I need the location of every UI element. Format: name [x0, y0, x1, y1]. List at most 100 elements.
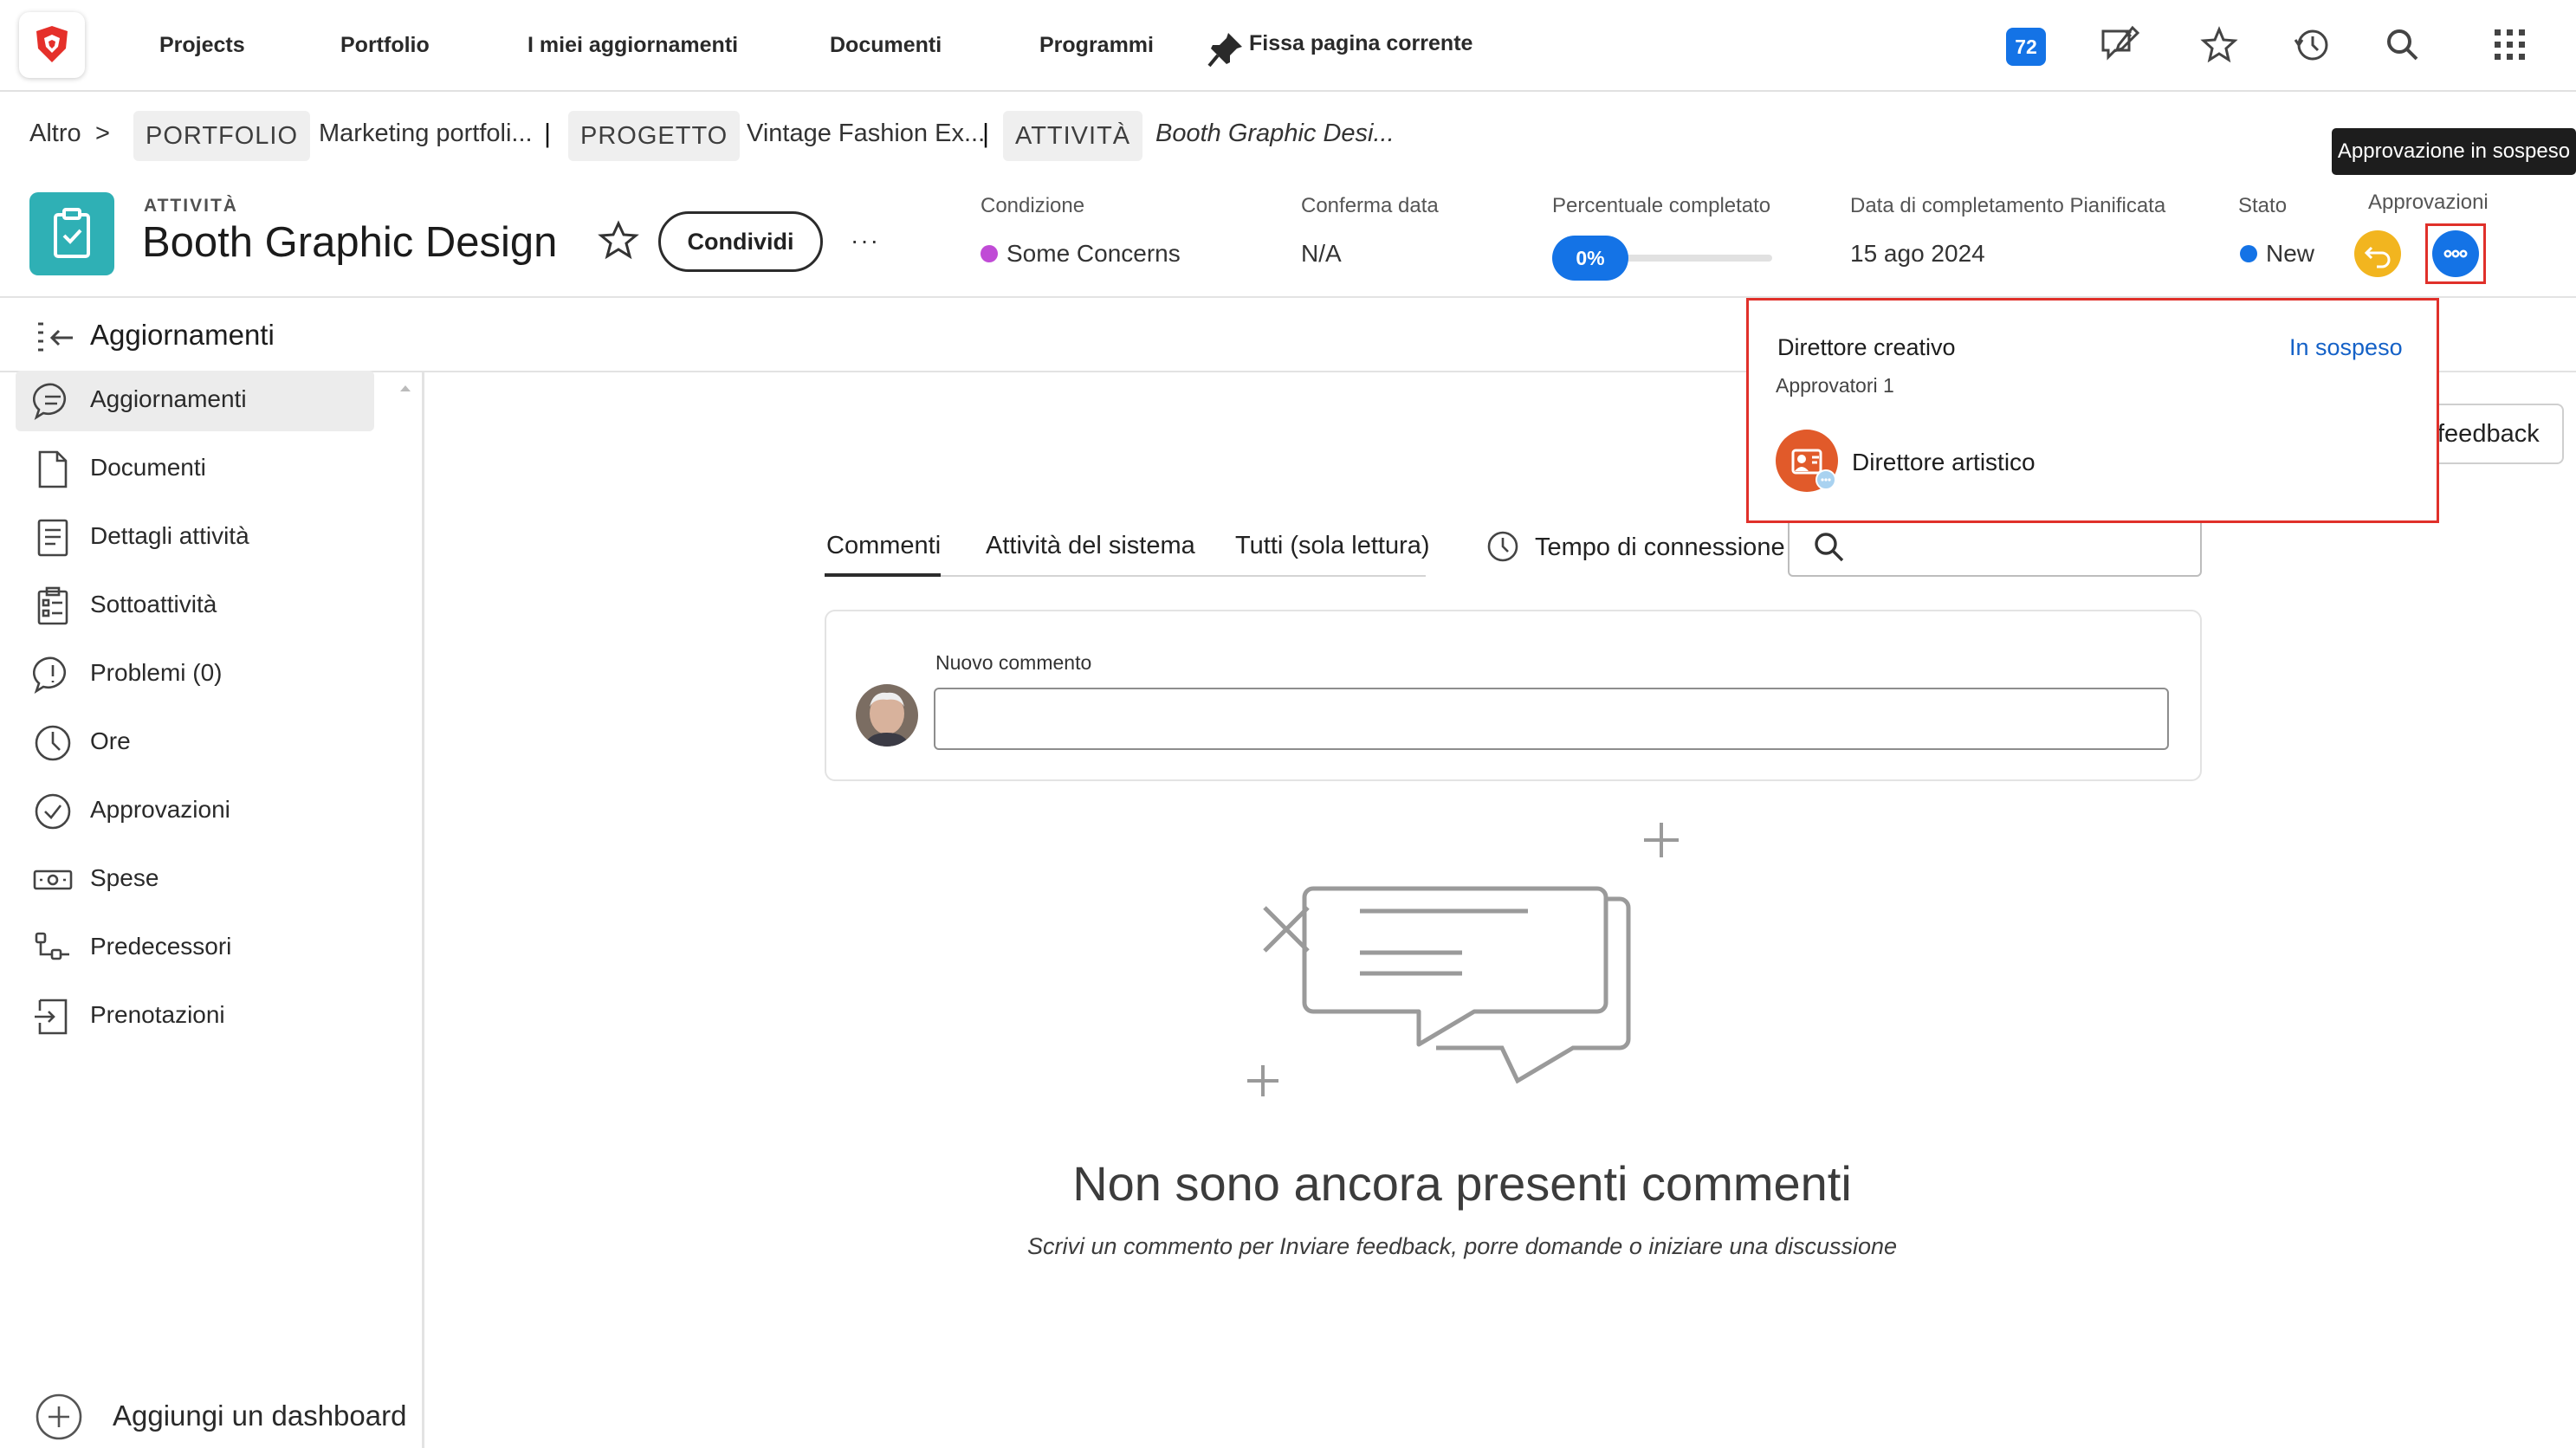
condition-dot [981, 244, 998, 262]
sidebar-item-predecessors[interactable]: Predecessori [16, 918, 374, 979]
condition-text: Some Concerns [1006, 240, 1181, 267]
sidebar-item-expenses[interactable]: Spese [16, 850, 374, 910]
favorite-star-icon[interactable] [598, 220, 639, 262]
tab-all-readonly[interactable]: Tutti (sola lettura) [1235, 532, 1430, 560]
new-comment-label: Nuovo commento [935, 651, 1092, 674]
add-dashboard-link[interactable]: Aggiungi un dashboard [113, 1400, 406, 1432]
approver-avatar [1776, 430, 1838, 492]
notification-count-badge[interactable]: 72 [2006, 28, 2046, 66]
planned-date-value[interactable]: 15 ago 2024 [1850, 240, 1985, 268]
sidebar-item-task-details[interactable]: Dettagli attività [16, 507, 374, 568]
sidebar-item-bookings[interactable]: Prenotazioni [16, 986, 374, 1047]
sidebar-item-label: Problemi (0) [90, 659, 223, 686]
approvers-count: Approvatori 1 [1776, 374, 1894, 397]
breadcrumb-more[interactable]: Altro [29, 120, 81, 148]
share-button[interactable]: Condividi [658, 211, 823, 272]
details-icon [37, 519, 68, 557]
condition-value[interactable]: Some Concerns [981, 240, 1181, 268]
nav-portfolio[interactable]: Portfolio [340, 33, 430, 58]
planned-date-label: Data di completamento Pianificata [1850, 194, 2166, 217]
logo-icon[interactable] [19, 12, 85, 78]
sidebar-item-label: Sottoattività [90, 591, 217, 617]
tab-comments[interactable]: Commenti [826, 532, 941, 560]
approval-check-icon [35, 793, 71, 830]
page-title[interactable]: Booth Graphic Design [142, 218, 557, 267]
sidebar-item-issues[interactable]: Problemi (0) [16, 644, 374, 705]
bookings-icon [35, 999, 68, 1035]
nav-programs[interactable]: Programmi [1039, 33, 1154, 58]
empty-state-title: Non sono ancora presenti commenti [1072, 1156, 1852, 1211]
status-text: New [2266, 240, 2315, 267]
sidebar-item-label: Ore [90, 727, 131, 754]
sidebar-item-hours[interactable]: Ore [16, 713, 374, 773]
comment-icon [33, 383, 67, 421]
highlight-box [2425, 223, 2486, 284]
empty-state-subtitle: Scrivi un commento per Inviare feedback,… [1026, 1233, 1898, 1259]
breadcrumb-project-tag: PROGETTO [568, 111, 741, 161]
sidebar-item-label: Aggiornamenti [90, 385, 247, 412]
comment-search-input[interactable] [1788, 516, 2202, 577]
active-tab-indicator [825, 573, 941, 577]
tab-system-activity[interactable]: Attività del sistema [986, 532, 1195, 560]
breadcrumb-separator: | [544, 118, 552, 148]
avatar [856, 684, 918, 747]
approver-name: Direttore artistico [1852, 449, 2036, 475]
pin-page-link[interactable]: Fissa pagina corrente [1249, 31, 1472, 56]
breadcrumb-portfolio-tag: PORTFOLIO [133, 111, 311, 161]
expenses-icon [33, 869, 73, 890]
top-navigation: Projects Portfolio I miei aggiornamenti … [0, 0, 2576, 92]
condition-label: Condizione [981, 194, 1085, 217]
sidebar-item-subtasks[interactable]: Sottoattività [16, 576, 374, 637]
breadcrumb-project[interactable]: Vintage Fashion Ex... [747, 120, 985, 148]
breadcrumb-task: Booth Graphic Desi... [1155, 120, 1395, 147]
return-approval-icon[interactable] [2354, 230, 2401, 277]
approval-status: In sospeso [2289, 334, 2403, 360]
percent-complete-label: Percentuale completato [1552, 194, 1771, 217]
commit-date-label: Conferma data [1301, 194, 1439, 217]
connection-time-toggle[interactable]: Tempo di connessione [1535, 533, 1785, 562]
task-type-label: ATTIVITÀ [144, 196, 238, 216]
breadcrumb-portfolio[interactable]: Marketing portfoli... [319, 120, 533, 148]
predecessors-icon [35, 932, 69, 960]
history-icon[interactable] [2290, 24, 2332, 66]
document-icon [38, 450, 68, 488]
pin-icon[interactable] [1207, 29, 1246, 68]
more-options-icon[interactable]: ··· [851, 227, 880, 255]
sidebar-item-documents[interactable]: Documenti [16, 439, 374, 500]
progress-badge[interactable]: 0% [1552, 236, 1628, 281]
subtasks-icon [37, 586, 68, 625]
nav-documents[interactable]: Documenti [830, 33, 942, 58]
add-dashboard-icon[interactable] [35, 1393, 83, 1441]
sidebar-item-label: Predecessori [90, 933, 232, 960]
issues-icon [33, 656, 67, 695]
status-label: Stato [2238, 194, 2288, 217]
breadcrumb-separator: | [982, 118, 990, 148]
status-value[interactable]: New [2240, 240, 2314, 268]
status-dot [2240, 244, 2257, 262]
clock-icon [1486, 530, 1519, 563]
nav-my-updates[interactable]: I miei aggiornamenti [527, 33, 738, 58]
updates-title: Aggiornamenti [90, 319, 275, 351]
sidebar-item-approvals[interactable]: Approvazioni [16, 781, 374, 842]
star-icon[interactable] [2198, 24, 2240, 66]
commit-date-value[interactable]: N/A [1301, 240, 1342, 268]
task-icon [29, 192, 114, 275]
approval-step-title: Direttore creativo [1777, 334, 1956, 360]
approval-popover [1746, 298, 2439, 523]
new-comment-field[interactable] [934, 688, 2169, 750]
approval-tooltip: Approvazione in sospeso [2332, 128, 2576, 175]
collapse-panel-icon[interactable] [35, 320, 76, 355]
sidebar-item-updates[interactable]: Aggiornamenti [16, 371, 374, 431]
sidebar-item-label: Spese [90, 864, 159, 891]
scroll-up-icon[interactable] [398, 383, 412, 393]
search-icon[interactable] [2382, 24, 2424, 66]
sidebar-item-label: Documenti [90, 454, 206, 481]
apps-grid-icon[interactable] [2489, 24, 2531, 66]
clock-icon [35, 725, 71, 761]
feedback-icon[interactable] [2100, 24, 2141, 66]
empty-comments-illustration [1239, 814, 1689, 1109]
breadcrumb-chevron: > [95, 120, 110, 147]
nav-projects[interactable]: Projects [159, 33, 245, 58]
sidebar-item-label: Dettagli attività [90, 522, 249, 549]
approvals-label: Approvazioni [2368, 191, 2489, 214]
